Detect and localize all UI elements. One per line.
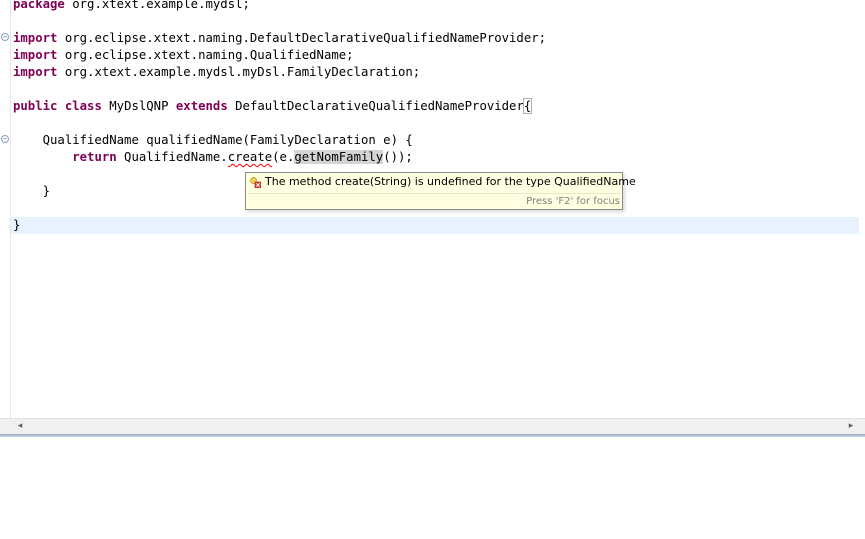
error-message: The method create(String) is undefined f… xyxy=(265,175,636,188)
fold-imports-icon[interactable]: − xyxy=(1,33,9,41)
code-line-14[interactable]: } xyxy=(13,217,20,234)
code-editor[interactable]: − − package org.xtext.example.mydsl; imp… xyxy=(0,0,865,418)
current-line-highlight xyxy=(11,217,859,234)
code-line-5[interactable]: import org.xtext.example.mydsl.myDsl.Fam… xyxy=(13,64,420,81)
matching-bracket: { xyxy=(522,98,533,114)
code-line-12[interactable]: } xyxy=(13,183,50,200)
error-hover-popup[interactable]: The method create(String) is undefined f… xyxy=(245,172,636,210)
fold-method-icon[interactable]: − xyxy=(1,135,9,143)
code-line-9[interactable]: QualifiedName qualifiedName(FamilyDeclar… xyxy=(13,132,413,149)
code-line-7[interactable]: public class MyDslQNP extends DefaultDec… xyxy=(13,98,533,115)
scroll-left-icon[interactable]: ◂ xyxy=(12,419,28,435)
code-line-10[interactable]: return QualifiedName.create(e.getNomFami… xyxy=(13,149,413,166)
code-line-4[interactable]: import org.eclipse.xtext.naming.Qualifie… xyxy=(13,47,354,64)
folding-ruler: − − xyxy=(0,0,11,418)
lower-panel-area xyxy=(0,437,865,539)
code-line-3[interactable]: import org.eclipse.xtext.naming.DefaultD… xyxy=(13,30,546,47)
error-squiggle[interactable]: create xyxy=(228,150,272,164)
hover-focus-hint: Press 'F2' for focus xyxy=(526,196,620,207)
code-line-1[interactable]: package org.xtext.example.mydsl; xyxy=(13,0,250,13)
horizontal-scrollbar[interactable]: ◂ ▸ xyxy=(0,418,865,434)
marked-occurrence[interactable]: getNomFamily xyxy=(294,150,384,164)
scroll-right-icon[interactable]: ▸ xyxy=(843,419,859,435)
hover-divider xyxy=(248,193,620,194)
error-quickfix-icon xyxy=(250,177,261,188)
